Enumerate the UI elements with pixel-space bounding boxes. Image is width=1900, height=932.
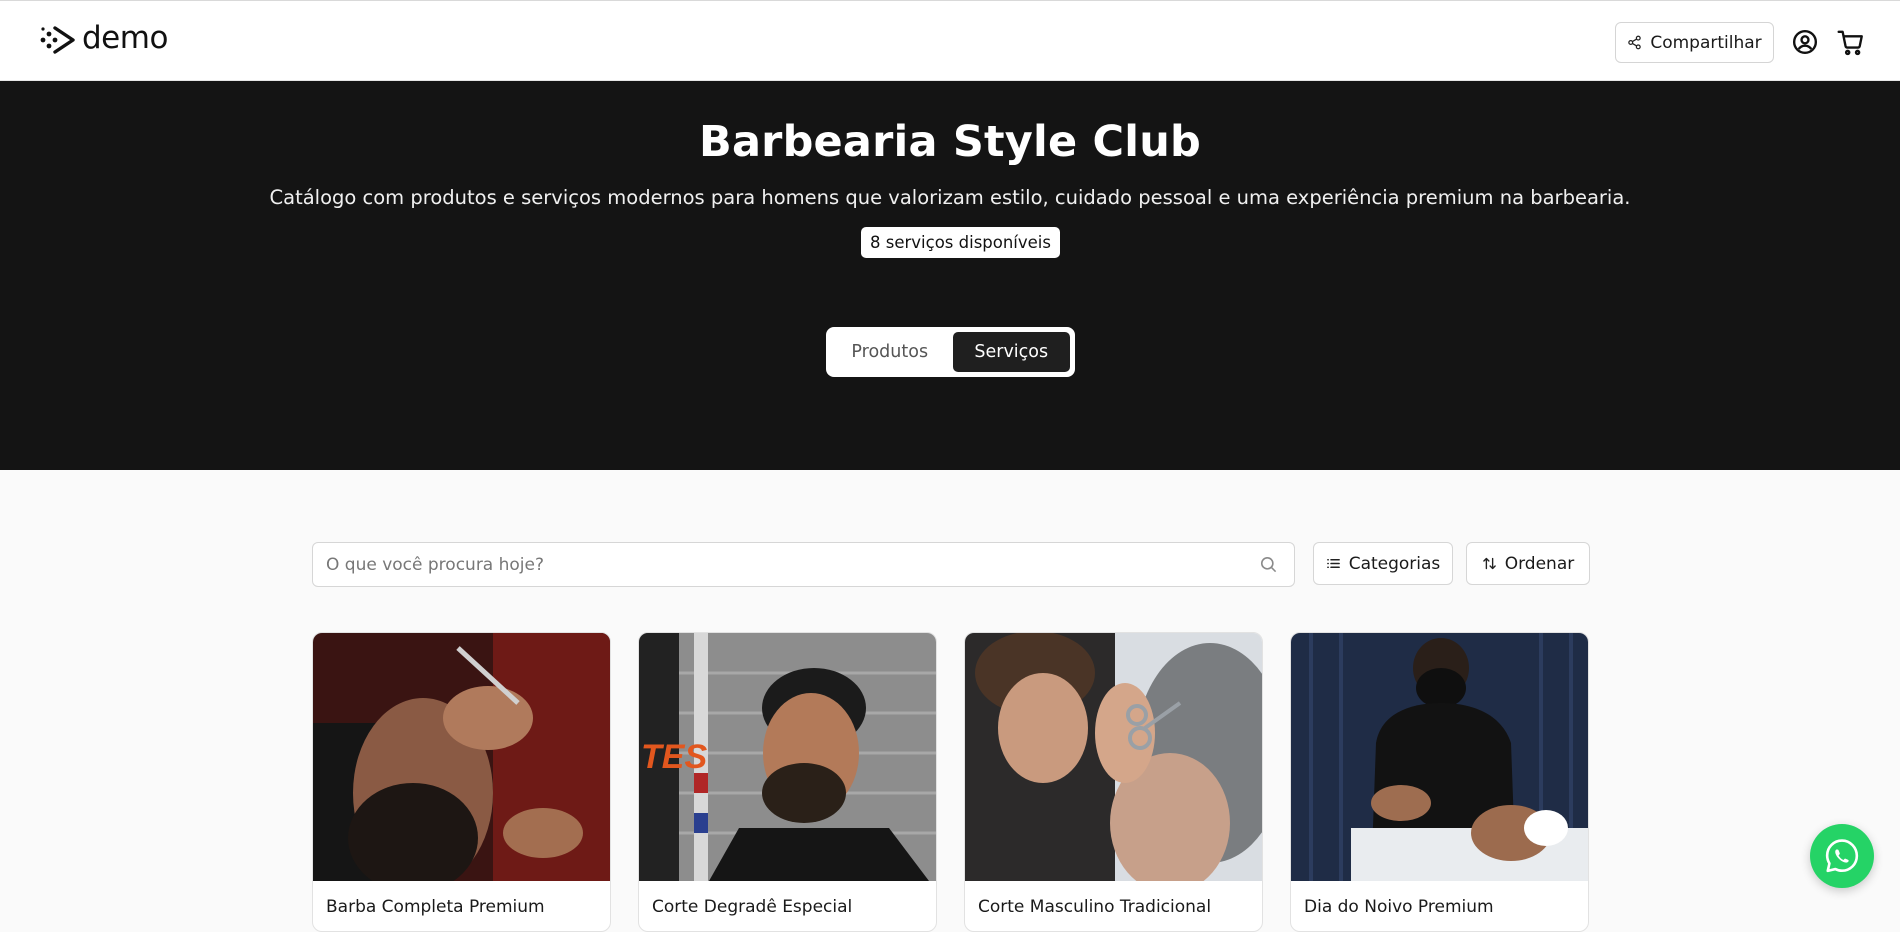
share-icon: [1628, 35, 1642, 50]
search-box: [312, 542, 1295, 587]
top-bar: demo Compartilhar: [0, 0, 1900, 81]
catalog-tabs: Produtos Serviços: [826, 327, 1075, 377]
cart-button[interactable]: [1835, 27, 1865, 57]
logo-text: demo: [82, 20, 168, 56]
services-count-badge: 8 serviços disponíveis: [861, 227, 1060, 258]
share-button-label: Compartilhar: [1650, 32, 1762, 53]
whatsapp-icon: [1825, 839, 1859, 873]
logo-mark-icon: [40, 26, 75, 54]
search-input[interactable]: [313, 543, 1239, 586]
categories-button[interactable]: Categorias: [1313, 542, 1453, 585]
list-icon: [1326, 559, 1340, 568]
whatsapp-button[interactable]: [1810, 824, 1874, 888]
service-card[interactable]: Dia do Noivo Premium: [1290, 632, 1589, 932]
share-button[interactable]: Compartilhar: [1615, 22, 1774, 63]
service-card[interactable]: TES Corte Degradê Especial: [638, 632, 937, 932]
service-image: [313, 633, 610, 881]
svg-text:TES: TES: [641, 738, 707, 776]
sort-button-label: Ordenar: [1504, 553, 1575, 574]
service-image: [1291, 633, 1588, 881]
service-title: Dia do Noivo Premium: [1304, 897, 1494, 917]
service-title: Corte Masculino Tradicional: [978, 897, 1212, 917]
hero-banner: Barbearia Style Club Catálogo com produt…: [0, 81, 1900, 470]
service-image: TES: [639, 633, 936, 881]
sort-icon: [1482, 557, 1496, 570]
service-card[interactable]: Corte Masculino Tradicional: [964, 632, 1263, 932]
logo[interactable]: demo: [40, 20, 168, 56]
tab-produtos[interactable]: Produtos: [831, 332, 949, 372]
sort-button[interactable]: Ordenar: [1466, 542, 1590, 585]
search-icon[interactable]: [1259, 555, 1278, 574]
service-title: Corte Degradê Especial: [652, 897, 853, 917]
service-card[interactable]: Barba Completa Premium: [312, 632, 611, 932]
categories-button-label: Categorias: [1348, 553, 1441, 574]
service-title: Barba Completa Premium: [326, 897, 545, 917]
service-image: [965, 633, 1262, 881]
hero-subtitle: Catálogo com produtos e serviços moderno…: [269, 186, 1631, 209]
tab-servicos[interactable]: Serviços: [952, 332, 1070, 372]
cart-icon: [1837, 30, 1863, 55]
page-title: Barbearia Style Club: [698, 117, 1201, 167]
account-button[interactable]: [1790, 27, 1820, 57]
user-icon: [1792, 29, 1818, 55]
